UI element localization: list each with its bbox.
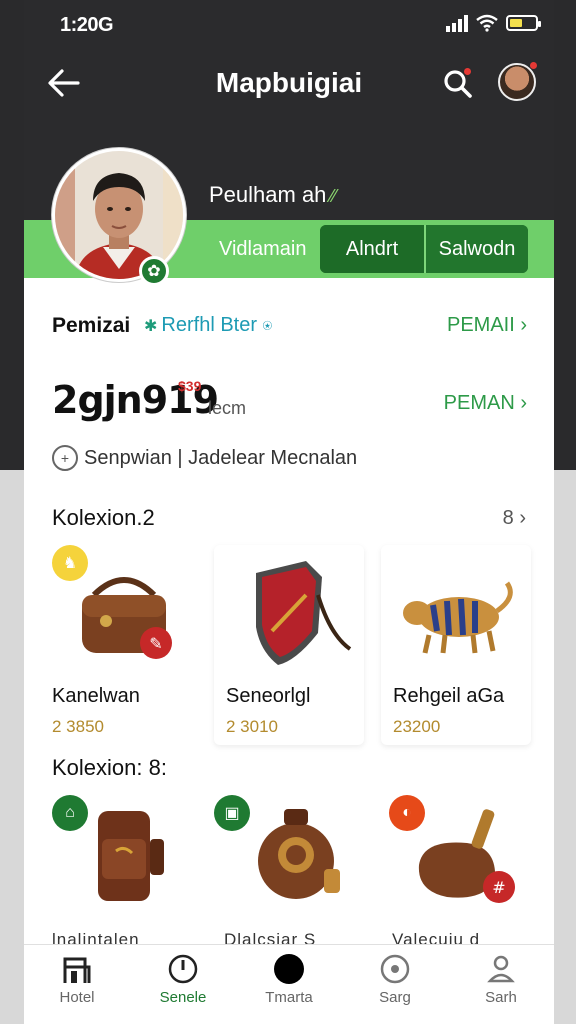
avatar-notification-dot [529,61,538,70]
profile-name: Peulham ah ⁄⁄ [209,182,336,208]
info-row: + Senpwian | Jadelear Mecnalan [52,444,527,476]
stat-row-1-label: Pemizai [52,314,131,337]
item-name: Seneorlgl [226,685,311,707]
target-icon [380,954,410,984]
shield-item-icon [256,561,352,665]
tab-hotel[interactable]: Hotel [24,945,130,1024]
round-bag-icon [258,809,340,899]
collection-2-item-2[interactable]: ▣ [214,795,364,925]
signal-icon [446,14,468,32]
shield-icon: ⍟ [262,318,273,335]
collection-1-item-2[interactable]: Seneorlgl 2 3010 [214,545,364,745]
status-icons [446,14,541,32]
bottom-tab-bar: Hotel Senele Tmarta Sarg Sarh [24,944,554,1024]
item-price: 23200 [393,717,441,736]
tab-label: Sarh [485,989,517,1006]
circle-icon [274,954,304,984]
tab-sarg[interactable]: Sarg [342,945,448,1024]
collection-1-title: Kolexion.2 [52,505,155,530]
tab-label: Senele [159,989,207,1006]
bag-icon: ✎ [82,577,172,659]
stat-row-2-link[interactable]: PEMAN › [444,392,527,415]
tiger-icon [403,581,513,654]
nav-bar: Mapbuigiai [24,55,554,111]
strip-button-2[interactable]: Salwodn [426,225,528,273]
building-icon [63,957,91,983]
item-price: 2 3850 [52,717,104,736]
status-bar: 1:20G [24,0,554,50]
search-button[interactable] [438,65,478,101]
tab-senele[interactable]: Senele [130,945,236,1024]
search-icon [444,70,472,98]
strip-button-1[interactable]: Alndrt [320,225,426,273]
collection-1-count[interactable]: 8 › [503,507,526,530]
strip-button-group: Alndrt Salwodn [320,225,528,273]
profile-name-text: Peulham ah [209,182,327,207]
strip-label: Vidlamain [219,238,307,260]
edit-icon[interactable]: ⁄⁄ [330,186,336,206]
verified-badge-icon: ✿ [139,256,169,286]
backpack-icon [98,811,164,901]
svg-text:✎: ✎ [149,634,162,653]
person-icon [487,955,515,983]
left-background-dark [0,0,24,470]
stat-row-1-sub-text: Rerfhl Bter [161,314,257,336]
item-price: 2 3010 [226,717,278,736]
info-icon: + [52,445,78,471]
status-time: 1:20G [60,14,114,36]
stat-row-1: Pemizai ✱ Rerfhl Bter ⍟ PEMAII › [52,310,527,344]
collection-2-item-3[interactable]: ◐ # [381,795,531,925]
battery-icon [506,15,541,31]
collection-1-item-1[interactable]: ♞ ✎ Kanelwan 2 3850 [52,545,202,745]
big-number-unit: lecm [208,398,247,418]
collection-2-item-1[interactable]: ⌂ [52,795,202,925]
wifi-icon [476,14,498,32]
svg-text:#: # [492,878,505,897]
notification-dot [463,67,472,76]
big-number-superscript: $39 [178,378,202,394]
info-text: Senpwian | Jadelear Mecnalan [84,447,358,469]
tab-label: Tmarta [265,989,313,1006]
item-name: Kanelwan [52,685,140,707]
tab-label: Hotel [59,989,95,1006]
collection-2-title: Kolexion: 8: [52,755,167,780]
app-screen: 1:20G Mapbuigiai Peulham ah ⁄⁄ Vidlamain… [24,0,554,1024]
star-icon: ✱ [144,318,158,335]
collection-1-item-3[interactable]: Rehgeil aGa 23200 [381,545,531,745]
item-name: Rehgeil aGa [393,685,505,707]
right-background-dark [554,0,576,470]
tab-label: Sarg [379,989,411,1006]
stat-row-2: 2gjn919 $39 lecm PEMAN › [52,378,527,428]
stat-row-1-sub: ✱ Rerfhl Bter ⍟ [144,314,272,337]
tab-tmarta[interactable]: Tmarta [236,945,342,1024]
tab-sarh[interactable]: Sarh [448,945,554,1024]
clock-icon [168,954,198,984]
stat-row-1-link[interactable]: PEMAII › [447,314,527,337]
satchel-icon: # [418,809,515,903]
